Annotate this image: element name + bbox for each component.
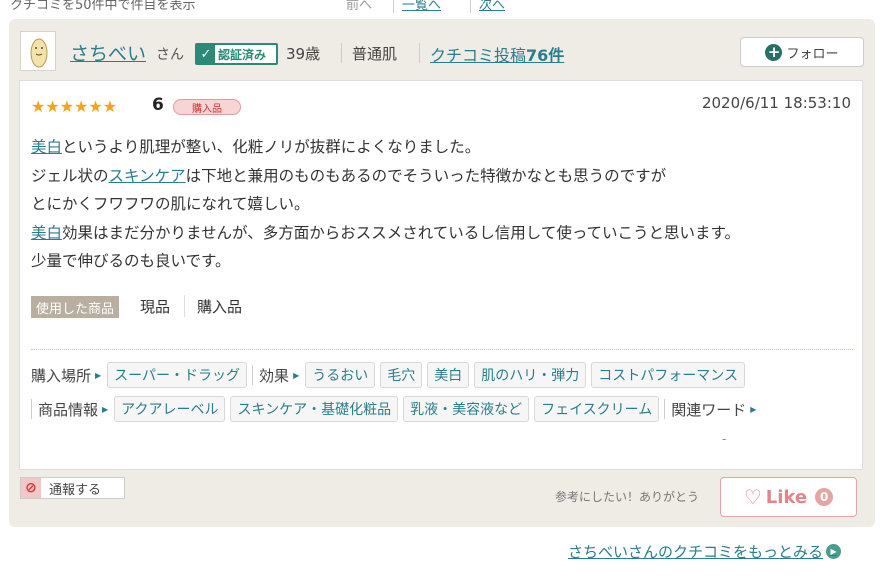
tag-product-info[interactable]: フェイスクリーム bbox=[534, 396, 660, 422]
review-body: 美白というより肌理が整い、化粧ノリが抜群によくなりました。 ジェル状のスキンケア… bbox=[31, 133, 851, 276]
used-product-type: 現品 bbox=[140, 298, 171, 316]
body-text: 少量で伸びるのも良いです。 bbox=[31, 252, 231, 270]
report-label: 通報する bbox=[49, 482, 102, 498]
used-product-source: 購入品 bbox=[197, 298, 243, 316]
user-name-link[interactable]: さちべい bbox=[70, 39, 146, 66]
more-reviews-link[interactable]: さちべいさんのクチコミをもっとみる ▶ bbox=[568, 541, 842, 562]
check-icon: ✓ bbox=[197, 45, 215, 63]
caret-right-icon: ▶ bbox=[293, 370, 300, 380]
next-link[interactable]: 次へ bbox=[470, 0, 505, 13]
review-content: ★★★★★★ 6 購入品 2020/6/11 18:53:10 美白というより肌… bbox=[19, 80, 863, 470]
like-button[interactable]: ♡ Like 0 bbox=[720, 477, 857, 517]
tag-row-1: 購入場所 ▶ スーパー・ドラッグ 効果 ▶ うるおい 毛穴 美白 肌のハリ・弾力… bbox=[31, 362, 750, 388]
prohibit-icon: ⊘ bbox=[21, 478, 41, 498]
tag-purchase-place[interactable]: スーパー・ドラッグ bbox=[107, 362, 248, 388]
effect-label: 効果 bbox=[259, 366, 290, 385]
caret-right-icon: ▶ bbox=[95, 370, 102, 380]
divider bbox=[252, 365, 254, 385]
tag-product-info[interactable]: アクアレーベル bbox=[114, 396, 226, 422]
review-count-value: 76件 bbox=[526, 46, 565, 65]
dotted-divider bbox=[31, 349, 853, 350]
tag-effect[interactable]: コストパフォーマンス bbox=[591, 362, 745, 388]
caret-right-icon: ▶ bbox=[102, 404, 109, 414]
keyword-link[interactable]: 美白 bbox=[31, 138, 62, 156]
tag-product-info[interactable]: 乳液・美容液など bbox=[403, 396, 530, 422]
body-text: ジェル状の bbox=[31, 166, 109, 185]
purchase-badge: 購入品 bbox=[173, 99, 241, 115]
prev-link[interactable]: 前へ bbox=[346, 0, 372, 13]
related-words-value: - bbox=[722, 432, 727, 446]
more-reviews-label: さちべいさんのクチコミをもっとみる bbox=[568, 543, 824, 561]
review-count-link[interactable]: クチコミ投稿76件 bbox=[430, 42, 564, 66]
follow-button[interactable]: + フォロー bbox=[740, 37, 864, 67]
top-pagination-strip: クチコミを50件中で件目を表示 前へ 一覧へ 次へ bbox=[0, 0, 885, 13]
body-text: とにかくフワフワの肌になれて嬉しい。 bbox=[31, 195, 310, 213]
honorific: さん bbox=[156, 47, 184, 63]
list-link[interactable]: 一覧へ bbox=[393, 0, 441, 13]
divider bbox=[419, 43, 420, 63]
follow-label: フォロー bbox=[786, 46, 839, 62]
like-label: Like bbox=[765, 486, 808, 508]
body-text: は下地と兼用のものもあるのでそういった特徴かなとも思うのですが bbox=[185, 166, 667, 185]
divider bbox=[341, 43, 342, 63]
divider bbox=[184, 295, 185, 317]
thanks-text: 参考にしたい！ありがとう bbox=[555, 490, 700, 504]
like-count: 0 bbox=[815, 488, 834, 506]
verified-label: 認証済み bbox=[218, 47, 267, 62]
avatar[interactable] bbox=[20, 31, 56, 71]
review-date: 2020/6/11 18:53:10 bbox=[701, 94, 851, 112]
divider bbox=[664, 399, 666, 419]
rating-score: 6 bbox=[152, 95, 164, 115]
review-count-prefix: クチコミ投稿 bbox=[430, 46, 527, 65]
tag-effect[interactable]: 肌のハリ・弾力 bbox=[474, 362, 587, 388]
body-text: 効果はまだ分かりませんが、多方面からおススメされているし信用して使っていこうと思… bbox=[62, 223, 740, 242]
heart-icon: ♡ bbox=[743, 485, 762, 509]
body-text: というより肌理が整い、化粧ノリが抜群によくなりました。 bbox=[62, 138, 481, 156]
related-words-label: 関連ワード bbox=[671, 400, 747, 419]
keyword-link[interactable]: 美白 bbox=[31, 224, 62, 242]
caret-right-icon: ▶ bbox=[750, 404, 757, 414]
rating-stars-icon: ★★★★★★ bbox=[31, 97, 118, 116]
keyword-link[interactable]: スキンケア bbox=[109, 167, 186, 185]
tag-effect[interactable]: 毛穴 bbox=[380, 362, 423, 388]
pagination-info: クチコミを50件中で件目を表示 bbox=[10, 0, 196, 13]
arrow-right-circle-icon: ▶ bbox=[826, 544, 842, 559]
plus-icon: + bbox=[765, 43, 783, 61]
user-age: 39歳 bbox=[286, 45, 321, 63]
verified-badge: ✓ 認証済み bbox=[195, 43, 278, 65]
report-button[interactable]: ⊘ 通報する bbox=[20, 477, 125, 499]
divider bbox=[31, 399, 32, 419]
tag-product-info[interactable]: スキンケア・基礎化粧品 bbox=[230, 396, 399, 422]
purchase-place-label: 購入場所 bbox=[31, 366, 92, 385]
tag-row-2: 商品情報 ▶ アクアレーベル スキンケア・基礎化粧品 乳液・美容液など フェイス… bbox=[31, 396, 762, 422]
review-card: さちべい さん ✓ 認証済み 39歳 普通肌 クチコミ投稿76件 + フォロー … bbox=[9, 19, 875, 527]
tag-effect[interactable]: 美白 bbox=[427, 362, 470, 388]
product-info-label: 商品情報 bbox=[38, 400, 99, 419]
used-product-label: 使用した商品 bbox=[31, 296, 120, 318]
skin-type: 普通肌 bbox=[352, 45, 398, 63]
tag-effect[interactable]: うるおい bbox=[305, 362, 376, 388]
